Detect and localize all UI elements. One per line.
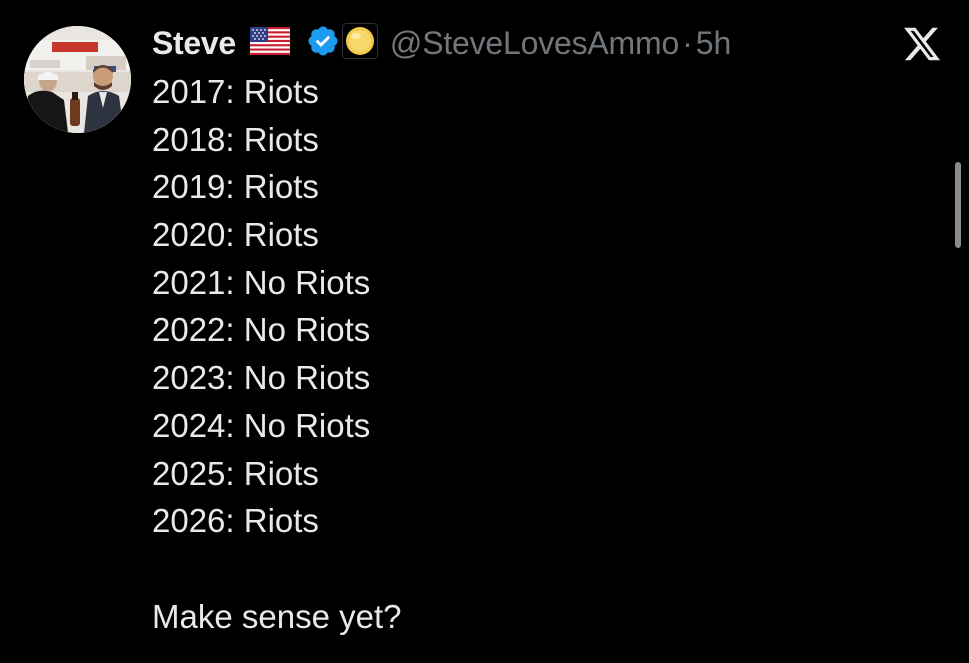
user-handle[interactable]: @SteveLovesAmmo bbox=[390, 25, 679, 62]
tweet-line: 2017: Riots bbox=[152, 73, 319, 110]
tweet-line: 2021: No Riots bbox=[152, 263, 371, 301]
avatar[interactable] bbox=[24, 26, 131, 133]
tweet-header: Steve @SteveLovesAmmo · 5h bbox=[152, 20, 731, 66]
tweet-line: 2025: Riots bbox=[152, 454, 319, 492]
x-logo-icon[interactable] bbox=[902, 24, 942, 64]
scrollbar-thumb[interactable] bbox=[955, 162, 961, 248]
verified-icon[interactable] bbox=[306, 24, 340, 63]
paragraph-break bbox=[152, 545, 912, 593]
us-flag-icon bbox=[249, 26, 290, 60]
tweet-closing-line: Make sense yet? bbox=[152, 597, 402, 635]
tweet-line: 2026: Riots bbox=[152, 502, 319, 540]
tweet-line: 2023: No Riots bbox=[152, 359, 371, 397]
tweet-timestamp[interactable]: 5h bbox=[696, 25, 732, 62]
meta-separator: · bbox=[682, 24, 693, 61]
avatar-photo bbox=[24, 26, 131, 133]
tweet-line: 2024: No Riots bbox=[152, 406, 371, 444]
gold-coin-icon bbox=[341, 22, 378, 64]
tweet-line: 2019: Riots bbox=[152, 168, 319, 206]
tweet-line: 2018: Riots bbox=[152, 120, 319, 158]
tweet-text: 2017: Riots 2018: Riots 2019: Riots 2020… bbox=[152, 68, 912, 640]
tweet-line: 2020: Riots bbox=[152, 216, 319, 254]
display-name[interactable]: Steve bbox=[152, 25, 236, 62]
tweet-line: 2022: No Riots bbox=[152, 311, 371, 349]
